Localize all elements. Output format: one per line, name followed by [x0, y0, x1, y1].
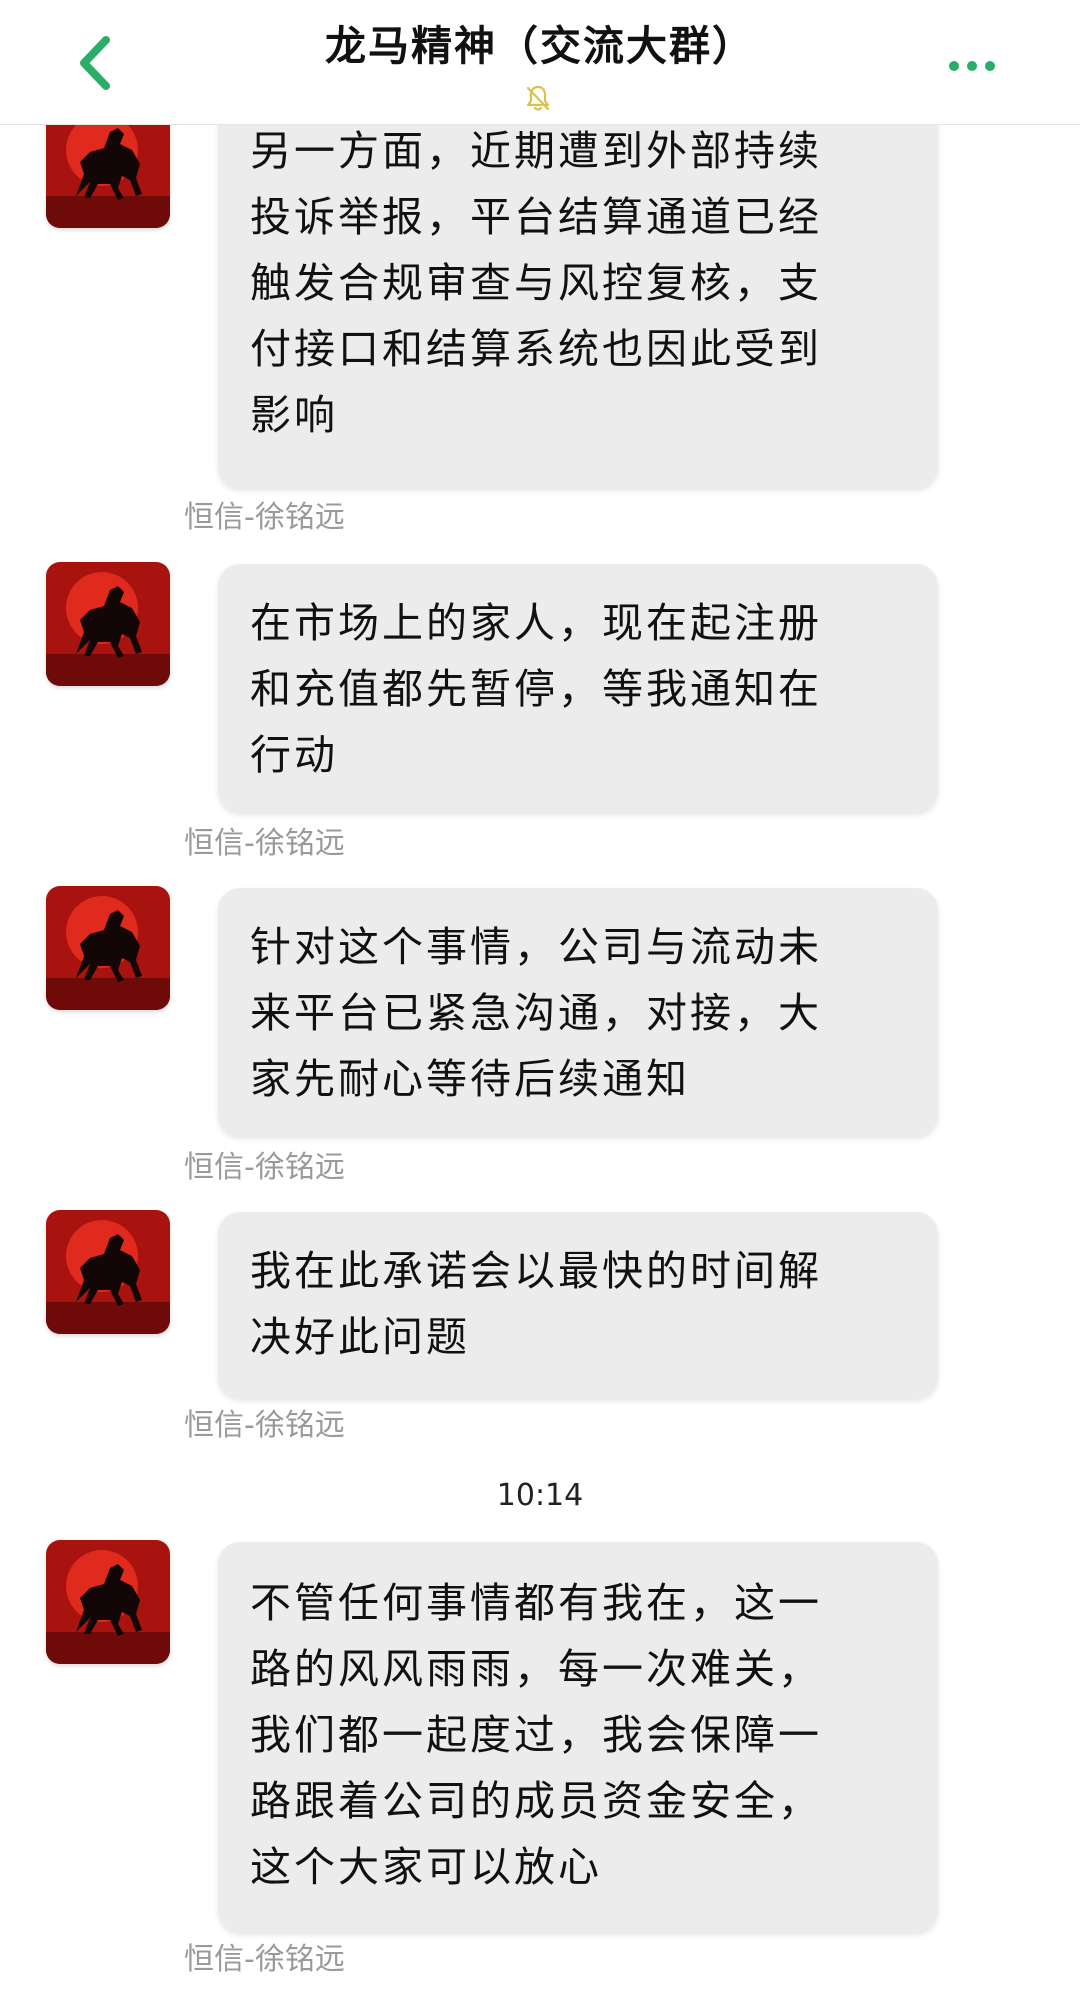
message-timestamp: 10:14 — [496, 1478, 584, 1513]
horse-avatar-icon — [46, 1210, 170, 1334]
message-text: 不管任何事情都有我在，这一 路的风风雨雨，每一次难关， 我们都一起度过，我会保障… — [250, 1579, 822, 1891]
sender-name: 恒信-徐铭远 — [184, 826, 345, 861]
sender-name: 恒信-徐铭远 — [184, 1408, 345, 1443]
avatar[interactable] — [46, 1210, 170, 1334]
more-dots-icon — [949, 61, 995, 71]
horse-avatar-icon — [46, 886, 170, 1010]
sender-name: 恒信-徐铭远 — [184, 500, 345, 535]
avatar[interactable] — [46, 886, 170, 1010]
chat-title: 龙马精神（交流大群） — [325, 22, 755, 70]
chat-screen: 龙马精神（交流大群） 另一方面，近期遭到外部持续 投诉举报，平台结算通道已经 触… — [0, 0, 1080, 2002]
message-bubble: 另一方面，近期遭到外部持续 投诉举报，平台结算通道已经 触发合规审查与风控复核，… — [218, 100, 938, 488]
bell-off-icon — [522, 82, 554, 114]
horse-avatar-icon — [46, 562, 170, 686]
horse-avatar-icon — [46, 1540, 170, 1664]
message-bubble: 我在此承诺会以最快的时间解 决好此问题 — [218, 1212, 938, 1398]
message-text: 在市场上的家人，现在起注册 和充值都先暂停，等我通知在 行动 — [250, 599, 822, 779]
sender-name: 恒信-徐铭远 — [184, 1150, 345, 1185]
sender-name: 恒信-徐铭远 — [184, 1942, 345, 1977]
more-options-button[interactable] — [944, 44, 1004, 84]
avatar[interactable] — [46, 562, 170, 686]
avatar[interactable] — [46, 1540, 170, 1664]
message-text: 另一方面，近期遭到外部持续 投诉举报，平台结算通道已经 触发合规审查与风控复核，… — [250, 127, 822, 439]
message-bubble: 不管任何事情都有我在，这一 路的风风雨雨，每一次难关， 我们都一起度过，我会保障… — [218, 1542, 938, 1932]
message-text: 针对这个事情，公司与流动未 来平台已紧急沟通，对接，大 家先耐心等待后续通知 — [250, 923, 822, 1103]
message-bubble: 在市场上的家人，现在起注册 和充值都先暂停，等我通知在 行动 — [218, 564, 938, 812]
chat-header: 龙马精神（交流大群） — [0, 0, 1080, 125]
message-bubble: 针对这个事情，公司与流动未 来平台已紧急沟通，对接，大 家先耐心等待后续通知 — [218, 888, 938, 1136]
message-text: 我在此承诺会以最快的时间解 决好此问题 — [250, 1247, 822, 1361]
